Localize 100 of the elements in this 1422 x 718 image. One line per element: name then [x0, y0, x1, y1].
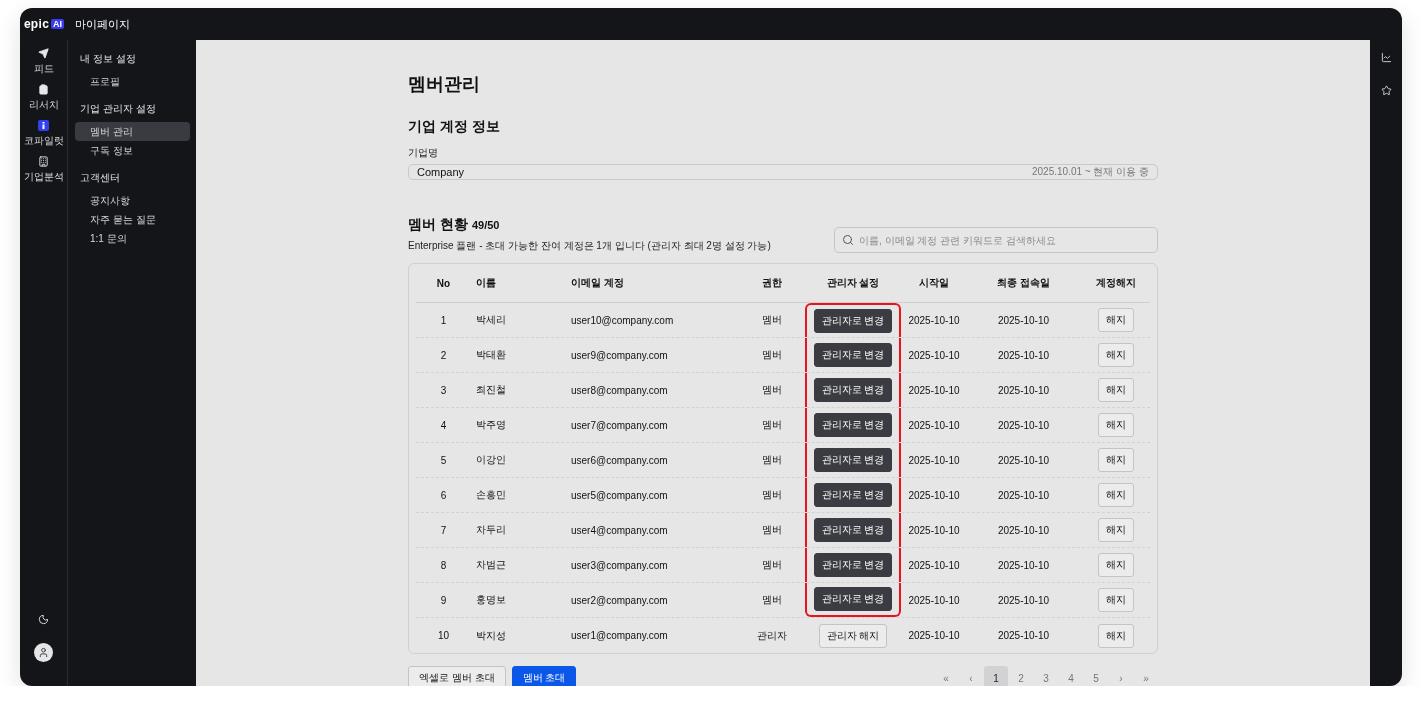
column-header: 이메일 계정	[571, 276, 624, 290]
table-cell: 차범근	[476, 558, 506, 572]
table-cell: 멤버	[762, 313, 782, 327]
sidebar-item[interactable]: 멤버 관리	[75, 122, 190, 141]
line-chart-icon	[1380, 52, 1392, 63]
member-count: 49/50	[471, 218, 500, 233]
rail-item[interactable]: 리서치	[28, 84, 59, 112]
table-cell: 2	[440, 349, 447, 361]
table-cell: 멤버	[762, 488, 782, 502]
sidebar-item[interactable]: 구독 정보	[75, 141, 190, 160]
cancel-button[interactable]: 해지	[1098, 448, 1134, 472]
sidebar-item[interactable]: 프로필	[75, 72, 190, 91]
rail-item[interactable]: 피드	[33, 48, 54, 76]
table-cell: 멤버	[762, 348, 782, 362]
excel-invite-button[interactable]: 엑셀로 멤버 초대	[408, 666, 506, 686]
chart-button[interactable]	[1380, 52, 1392, 63]
table-cell: 박태환	[476, 348, 506, 362]
table-cell: 7	[440, 524, 447, 536]
cancel-button[interactable]: 해지	[1098, 588, 1134, 612]
clipboard-icon	[38, 84, 49, 95]
table-cell: 3	[440, 384, 447, 396]
table-cell: 2025-10-10	[908, 559, 960, 571]
column-header: 관리자 설정	[826, 276, 880, 290]
column-header: 권한	[762, 276, 782, 290]
make-admin-button[interactable]: 관리자로 변경	[813, 309, 893, 333]
table-cell: 최진철	[476, 383, 506, 397]
table-cell: 9	[440, 594, 447, 606]
cancel-button[interactable]: 해지	[1098, 378, 1134, 402]
moon-icon[interactable]	[38, 614, 49, 625]
table-cell: 2025-10-10	[908, 314, 960, 326]
make-admin-button[interactable]: 관리자로 변경	[813, 483, 893, 507]
field-label: 기업명	[408, 146, 439, 160]
usage-period: 2025.10.01 ~ 현재 이용 중	[1032, 165, 1149, 179]
table-cell: 2025-10-10	[997, 524, 1050, 536]
table-cell: 2025-10-10	[908, 594, 960, 606]
table-cell: 2025-10-10	[997, 419, 1050, 431]
cancel-button[interactable]: 해지	[1098, 343, 1134, 367]
rail-item[interactable]: 기업분석	[23, 156, 64, 184]
table-cell: 2025-10-10	[908, 384, 960, 396]
invite-button[interactable]: 멤버 초대	[511, 666, 577, 686]
table-cell: 2025-10-10	[908, 454, 960, 466]
column-header: 최종 접속일	[997, 276, 1050, 290]
sidebar-item[interactable]: 자주 묻는 질문	[75, 210, 190, 229]
make-admin-button[interactable]: 관리자로 변경	[813, 378, 893, 402]
logo-badge: AI	[51, 19, 65, 29]
make-admin-button[interactable]: 관리자로 변경	[813, 413, 893, 437]
next-page-button[interactable]: ›	[1109, 666, 1133, 686]
last-page-button[interactable]: »	[1134, 666, 1158, 686]
table-cell: 2025-10-10	[908, 524, 960, 536]
table-cell: 홍명보	[476, 593, 506, 607]
table-cell: user4@company.com	[571, 524, 668, 536]
make-admin-button[interactable]: 관리자로 변경	[813, 343, 893, 367]
logo-text: epic	[23, 17, 50, 31]
page-button[interactable]: 4	[1059, 666, 1083, 686]
table-cell: 6	[440, 489, 447, 501]
make-admin-button[interactable]: 관리자로 변경	[813, 448, 893, 472]
first-page-button[interactable]: «	[934, 666, 958, 686]
table-cell: 2025-10-10	[997, 454, 1050, 466]
building-icon	[38, 156, 49, 167]
table-cell: 관리자	[757, 628, 787, 643]
table-cell: user7@company.com	[571, 419, 668, 431]
sidebar-item[interactable]: 공지사항	[75, 191, 190, 210]
sidebar-item[interactable]: 1:1 문의	[75, 229, 190, 248]
star-button[interactable]	[1380, 85, 1392, 96]
table-cell: 2025-10-10	[997, 630, 1050, 641]
make-admin-button[interactable]: 관리자로 변경	[813, 518, 893, 542]
make-admin-button[interactable]: 관리자로 변경	[813, 553, 893, 577]
make-admin-button[interactable]: 관리자로 변경	[813, 587, 893, 611]
table-cell: 2025-10-10	[997, 384, 1050, 396]
cancel-button[interactable]: 해지	[1098, 413, 1134, 437]
cancel-button[interactable]: 해지	[1098, 623, 1134, 648]
page-button[interactable]: 2	[1009, 666, 1033, 686]
table-cell: 멤버	[762, 593, 782, 607]
table-cell: 멤버	[762, 558, 782, 572]
page-button[interactable]: 5	[1084, 666, 1108, 686]
table-cell: 4	[440, 419, 447, 431]
revoke-admin-button[interactable]: 관리자 해지	[818, 623, 888, 648]
table-cell: 5	[440, 454, 447, 466]
page-title: 멤버관리	[408, 73, 481, 96]
send-icon	[38, 48, 49, 59]
section-title: 멤버 현황	[408, 215, 468, 234]
table-cell: 박주영	[476, 418, 506, 432]
prev-page-button[interactable]: ‹	[959, 666, 983, 686]
cancel-button[interactable]: 해지	[1098, 553, 1134, 577]
cancel-button[interactable]: 해지	[1098, 483, 1134, 507]
rail-item[interactable]: 코파일럿	[23, 120, 64, 148]
copilot-icon	[38, 120, 49, 131]
page-button[interactable]: 1	[984, 666, 1008, 686]
search-icon	[842, 234, 854, 246]
cancel-button[interactable]: 해지	[1098, 308, 1134, 332]
page-button[interactable]: 3	[1034, 666, 1058, 686]
table-cell: 2025-10-10	[997, 559, 1050, 571]
avatar[interactable]	[34, 643, 53, 662]
table-cell: 차두리	[476, 523, 506, 537]
table-cell: user8@company.com	[571, 384, 668, 396]
search-field[interactable]: 이름, 이메일 계정 관련 키워드로 검색하세요	[834, 227, 1158, 253]
sidebar-heading: 고객센터	[79, 171, 121, 185]
table-cell: 이강인	[476, 453, 506, 467]
table-cell: 2025-10-10	[908, 419, 960, 431]
cancel-button[interactable]: 해지	[1098, 518, 1134, 542]
